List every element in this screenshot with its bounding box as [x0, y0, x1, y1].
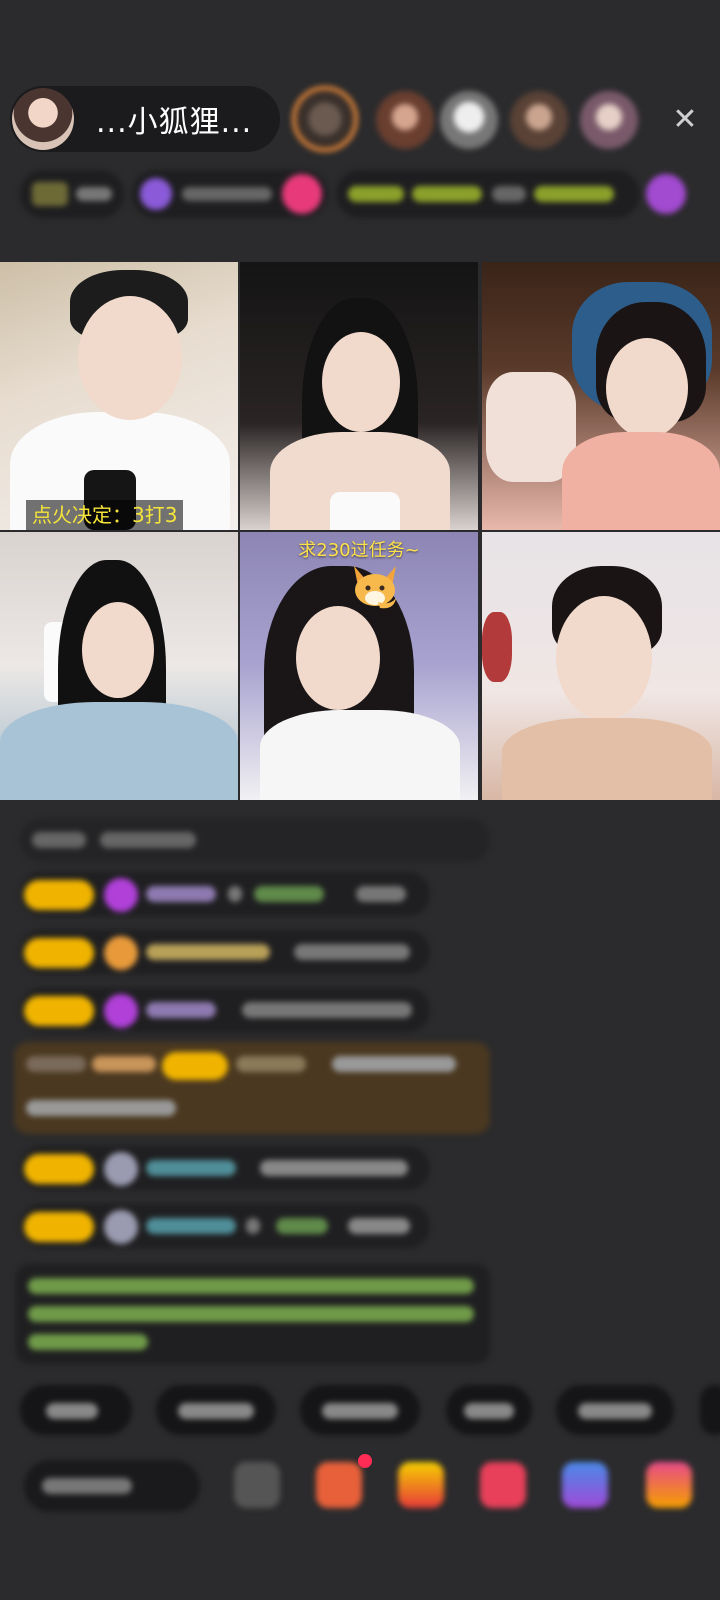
- video-tile-3[interactable]: [482, 262, 720, 530]
- rank-chip[interactable]: [20, 170, 124, 218]
- chat-message: [20, 872, 430, 916]
- host-name: ...小狐狸...: [96, 105, 253, 140]
- fan-badge: [24, 1154, 94, 1184]
- chat-message: [20, 1146, 430, 1190]
- popularity-chip[interactable]: [132, 170, 328, 218]
- close-icon[interactable]: ✕: [665, 100, 705, 140]
- viewer-avatar[interactable]: [580, 91, 638, 149]
- quick-reply-2[interactable]: [156, 1385, 276, 1435]
- fan-badge: [24, 1212, 94, 1242]
- video-tile-1[interactable]: 点火决定：3打3: [0, 262, 238, 530]
- video-tile-6[interactable]: [482, 532, 720, 800]
- lucky-bag-icon[interactable]: [398, 1462, 444, 1508]
- viewer-avatar[interactable]: [376, 91, 434, 149]
- red-packet-icon[interactable]: [480, 1462, 526, 1508]
- emoji-icon[interactable]: [234, 1462, 280, 1508]
- user-avatar: [104, 1152, 138, 1186]
- video-tile-2[interactable]: [240, 262, 478, 530]
- quick-reply-4[interactable]: [446, 1385, 532, 1435]
- chat-message: [20, 1204, 430, 1248]
- viewer-avatar[interactable]: [440, 91, 498, 149]
- quick-reply-6[interactable]: [700, 1385, 720, 1435]
- task-chip[interactable]: [336, 170, 640, 218]
- user-level-icon: [104, 994, 138, 1028]
- gift-icon[interactable]: [646, 1462, 692, 1508]
- gift-message: [14, 1042, 490, 1134]
- system-notice: [16, 1264, 490, 1364]
- video-tile-4[interactable]: [0, 532, 238, 800]
- host-info-pill[interactable]: ...小狐狸...: [10, 86, 280, 152]
- user-level-icon: [104, 878, 138, 912]
- host-avatar[interactable]: [12, 88, 74, 150]
- video-grid: 点火决定：3打3 求230过任务~: [0, 262, 720, 802]
- user-avatar: [104, 1210, 138, 1244]
- share-icon[interactable]: [562, 1462, 608, 1508]
- chat-message: [20, 818, 490, 862]
- more-icon[interactable]: [646, 174, 686, 214]
- quick-reply-1[interactable]: [20, 1385, 132, 1435]
- gift-box-icon[interactable]: [316, 1462, 362, 1508]
- fan-badge: [24, 938, 94, 968]
- chat-message: [20, 930, 430, 974]
- fan-badge: [24, 880, 94, 910]
- user-level-icon: [104, 936, 138, 970]
- fan-badge: [24, 996, 94, 1026]
- notification-dot: [358, 1454, 372, 1468]
- viewer-avatar[interactable]: [292, 86, 358, 152]
- quick-reply-3[interactable]: [300, 1385, 420, 1435]
- chat-message: [20, 988, 430, 1032]
- room-info-row[interactable]: [20, 170, 700, 218]
- chat-input[interactable]: [24, 1460, 200, 1512]
- fox-sticker-icon: [354, 566, 396, 609]
- tile-caption: 点火决定：3打3: [26, 500, 184, 530]
- viewer-avatar[interactable]: [510, 91, 568, 149]
- tile-caption: 求230过任务~: [298, 540, 420, 561]
- quick-reply-5[interactable]: [556, 1385, 674, 1435]
